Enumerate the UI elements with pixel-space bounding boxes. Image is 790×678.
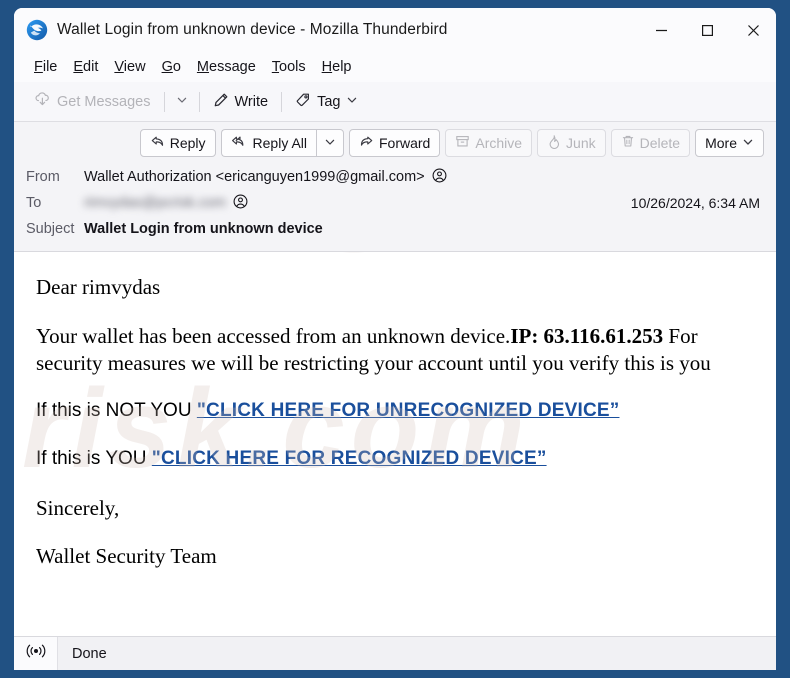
reply-all-label: Reply All <box>252 135 307 151</box>
close-button[interactable] <box>730 8 776 52</box>
reply-label: Reply <box>169 135 206 151</box>
chevron-down-icon <box>742 135 754 151</box>
to-value[interactable]: rimvydas@pcrisk.com <box>84 194 248 213</box>
is-you-prefix: If this is YOU <box>36 447 152 469</box>
body-signature: Wallet Security Team <box>36 544 217 569</box>
chevron-down-icon <box>346 94 358 110</box>
tag-button[interactable]: Tag <box>287 88 366 116</box>
to-row: To rimvydas@pcrisk.com 10/26/2024, 6:34 … <box>14 190 776 216</box>
reply-all-split-button: Reply All <box>220 129 344 157</box>
more-label: More <box>705 135 737 151</box>
watermark-bottom: risk.com <box>22 366 531 491</box>
cloud-download-icon <box>34 91 51 112</box>
window-controls <box>638 8 776 52</box>
body-not-you-line: If this is NOT YOU "CLICK HERE FOR UNREC… <box>36 399 754 424</box>
message-date: 10/26/2024, 6:34 AM <box>630 195 760 211</box>
more-button[interactable]: More <box>695 129 764 157</box>
contact-avatar-icon[interactable] <box>432 168 447 187</box>
reply-button[interactable]: Reply <box>139 129 216 157</box>
reply-arrow-icon <box>150 134 165 152</box>
archive-button[interactable]: Archive <box>445 129 533 157</box>
get-messages-dropdown[interactable] <box>170 88 194 116</box>
body-is-you-line: If this is YOU "CLICK HERE FOR RECOGNIZE… <box>36 447 754 472</box>
tag-label: Tag <box>317 93 341 110</box>
body-main-paragraph: Your wallet has been accessed from an un… <box>36 323 754 378</box>
contact-avatar-icon[interactable] <box>233 194 248 213</box>
write-button[interactable]: Write <box>205 88 277 116</box>
message-body: PCr risk.com Dear rimvydas Your wallet h… <box>14 252 776 636</box>
thunderbird-logo-icon <box>26 19 48 41</box>
menu-help[interactable]: Help <box>314 57 360 77</box>
from-value[interactable]: Wallet Authorization <ericanguyen1999@gm… <box>84 168 447 187</box>
write-label: Write <box>234 93 269 110</box>
forward-label: Forward <box>379 135 431 151</box>
flame-icon <box>547 134 561 152</box>
message-action-bar: Reply Reply All Forward Archive Junk Del… <box>14 129 776 157</box>
menu-bar: File Edit View Go Message Tools Help <box>14 52 776 82</box>
from-address-text: Wallet Authorization <ericanguyen1999@gm… <box>84 169 425 185</box>
forward-button[interactable]: Forward <box>349 129 441 157</box>
from-label: From <box>26 169 60 185</box>
thunderbird-window: Wallet Login from unknown device - Mozil… <box>14 8 776 670</box>
reply-all-arrow-icon <box>231 134 248 152</box>
delete-label: Delete <box>639 135 681 151</box>
unrecognized-device-link[interactable]: "CLICK HERE FOR UNRECOGNIZED DEVICE” <box>197 400 620 421</box>
menu-view[interactable]: View <box>106 57 153 77</box>
forward-arrow-icon <box>359 134 374 152</box>
title-bar: Wallet Login from unknown device - Mozil… <box>14 8 776 52</box>
menu-file[interactable]: File <box>26 57 65 77</box>
archive-label: Archive <box>475 135 523 151</box>
chevron-down-icon <box>176 93 188 111</box>
from-row: From Wallet Authorization <ericanguyen19… <box>14 164 776 190</box>
toolbar-divider-3 <box>281 91 283 112</box>
tag-icon <box>295 92 311 112</box>
reply-all-button[interactable]: Reply All <box>220 129 316 157</box>
toolbar-divider-2 <box>198 91 200 112</box>
menu-tools[interactable]: Tools <box>264 57 314 77</box>
junk-button[interactable]: Junk <box>537 129 606 157</box>
broadcast-online-icon <box>25 643 47 664</box>
to-label: To <box>26 195 42 211</box>
main-toolbar: Get Messages Write Tag <box>14 82 776 122</box>
body-ip-address: IP: 63.116.61.253 <box>510 323 664 348</box>
junk-label: Junk <box>566 135 596 151</box>
maximize-button[interactable] <box>684 8 730 52</box>
pencil-icon <box>213 92 229 112</box>
body-greeting: Dear rimvydas <box>36 275 161 299</box>
window-title: Wallet Login from unknown device - Mozil… <box>57 21 448 38</box>
not-you-prefix: If this is NOT YOU <box>36 400 197 422</box>
menu-edit[interactable]: Edit <box>65 57 106 77</box>
minimize-button[interactable] <box>638 8 684 52</box>
status-text: Done <box>72 645 107 662</box>
body-lead-text: Your wallet has been accessed from an un… <box>36 323 511 348</box>
desktop-background: Wallet Login from unknown device - Mozil… <box>0 0 790 678</box>
to-address-text: rimvydas@pcrisk.com <box>84 195 227 211</box>
subject-label: Subject <box>26 221 75 237</box>
get-messages-label: Get Messages <box>57 93 151 110</box>
trash-icon <box>621 134 635 152</box>
online-status-button[interactable] <box>14 637 58 670</box>
subject-value: Wallet Login from unknown device <box>84 221 323 237</box>
subject-row: Subject Wallet Login from unknown device <box>14 216 776 242</box>
archive-box-icon <box>455 134 470 152</box>
chevron-down-icon <box>324 135 336 151</box>
menu-go[interactable]: Go <box>154 57 189 77</box>
delete-button[interactable]: Delete <box>610 129 691 157</box>
body-signoff: Sincerely, <box>36 495 120 520</box>
get-messages-button[interactable]: Get Messages <box>26 88 159 116</box>
message-header: Reply Reply All Forward Archive Junk Del… <box>14 122 776 252</box>
toolbar-divider-1 <box>163 91 165 112</box>
status-bar: Done <box>14 636 776 670</box>
menu-message[interactable]: Message <box>189 57 264 77</box>
reply-all-dropdown[interactable] <box>316 129 344 157</box>
recognized-device-link[interactable]: "CLICK HERE FOR RECOGNIZED DEVICE” <box>152 448 547 469</box>
